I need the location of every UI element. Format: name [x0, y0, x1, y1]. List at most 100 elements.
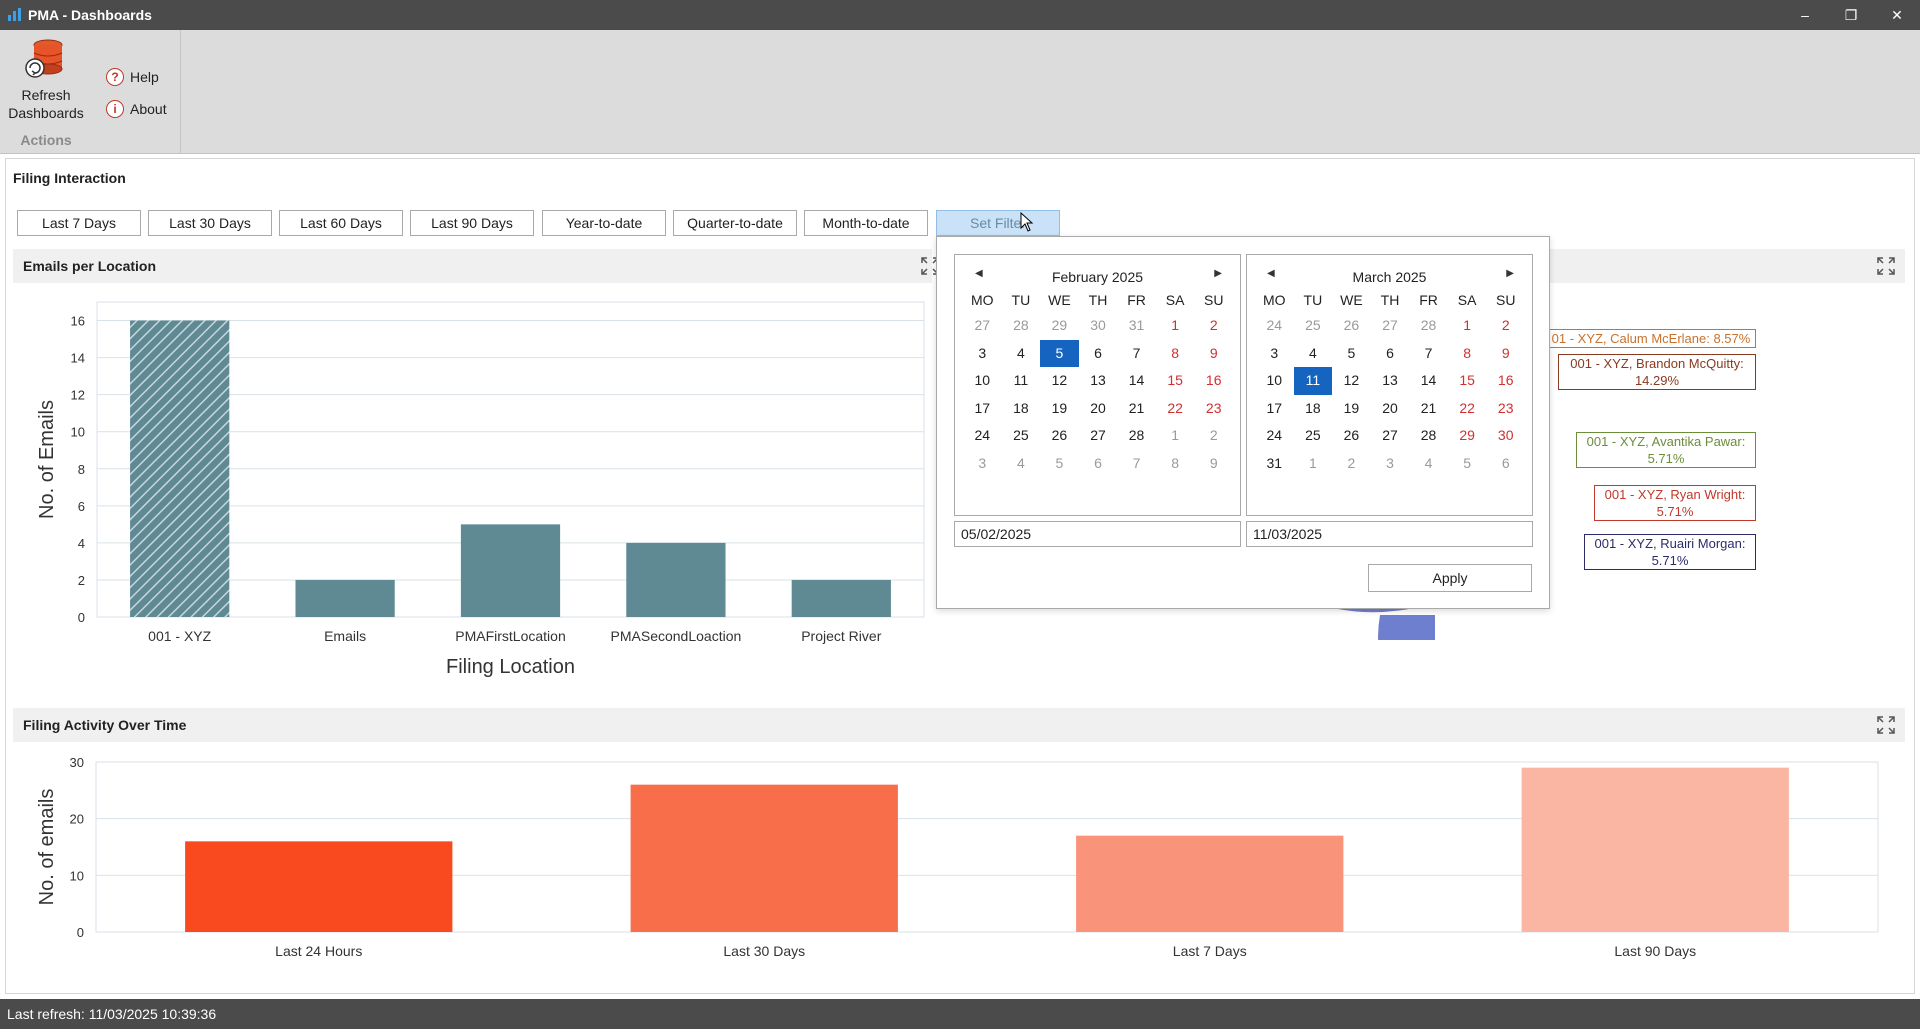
bar[interactable]: [460, 524, 561, 617]
calendar-day[interactable]: 29: [1448, 422, 1487, 450]
calendar-day[interactable]: 11: [1293, 367, 1333, 395]
calendar-day[interactable]: 25: [1294, 312, 1333, 340]
calendar-day[interactable]: 19: [1332, 395, 1371, 423]
calendar-day[interactable]: 26: [1332, 422, 1371, 450]
filter-button-quarter-to-date[interactable]: Quarter-to-date: [673, 210, 797, 236]
calendar-day[interactable]: 10: [963, 367, 1002, 395]
calendar-day[interactable]: 28: [1409, 422, 1448, 450]
minimize-button[interactable]: –: [1782, 0, 1828, 30]
calendar-day[interactable]: 17: [1255, 395, 1294, 423]
calendar-day[interactable]: 14: [1409, 367, 1448, 395]
calendar-day[interactable]: 31: [1255, 450, 1294, 478]
calendar-day[interactable]: 28: [1002, 312, 1041, 340]
calendar-day[interactable]: 23: [1194, 395, 1233, 423]
filter-button-month-to-date[interactable]: Month-to-date: [804, 210, 928, 236]
close-button[interactable]: ✕: [1874, 0, 1920, 30]
calendar-day[interactable]: 27: [1371, 422, 1410, 450]
calendar-day[interactable]: 16: [1486, 367, 1525, 395]
bar[interactable]: [791, 579, 891, 617]
calendar-day[interactable]: 21: [1409, 395, 1448, 423]
calendar-day[interactable]: 15: [1448, 367, 1487, 395]
calendar-day[interactable]: 27: [963, 312, 1002, 340]
calendar-day[interactable]: 12: [1040, 367, 1079, 395]
expand-icon[interactable]: [1876, 715, 1896, 735]
bar[interactable]: [1521, 767, 1789, 932]
calendar-day[interactable]: 24: [1255, 422, 1294, 450]
calendar-day[interactable]: 19: [1040, 395, 1079, 423]
calendar-day[interactable]: 4: [1294, 340, 1333, 368]
calendar-day[interactable]: 29: [1040, 312, 1079, 340]
calendar-day[interactable]: 3: [1371, 450, 1410, 478]
calendar-day[interactable]: 9: [1194, 450, 1233, 478]
calendar-day[interactable]: 5: [1040, 450, 1079, 478]
calendar-day[interactable]: 8: [1156, 450, 1195, 478]
start-date-input[interactable]: 05/02/2025: [954, 521, 1241, 547]
help-button[interactable]: ? Help: [106, 65, 159, 89]
calendar-day[interactable]: 28: [1117, 422, 1156, 450]
apply-button[interactable]: Apply: [1368, 564, 1532, 592]
calendar-day[interactable]: 6: [1371, 340, 1410, 368]
calendar-day[interactable]: 13: [1079, 367, 1118, 395]
end-date-input[interactable]: 11/03/2025: [1246, 521, 1533, 547]
calendar-day[interactable]: 18: [1002, 395, 1041, 423]
calendar-day[interactable]: 21: [1117, 395, 1156, 423]
bar[interactable]: [130, 320, 230, 617]
calendar-day[interactable]: 7: [1117, 450, 1156, 478]
calendar-day[interactable]: 30: [1079, 312, 1118, 340]
calendar-day[interactable]: 3: [1255, 340, 1294, 368]
bar[interactable]: [626, 542, 726, 617]
calendar-day[interactable]: 5: [1040, 339, 1079, 367]
calendar-day[interactable]: 20: [1079, 395, 1118, 423]
calendar-day[interactable]: 15: [1156, 367, 1195, 395]
calendar-day[interactable]: 4: [1002, 340, 1041, 368]
calendar-day[interactable]: 9: [1194, 340, 1233, 368]
calendar-day[interactable]: 24: [1255, 312, 1294, 340]
calendar-day[interactable]: 11: [1002, 367, 1041, 395]
calendar-day[interactable]: 8: [1448, 340, 1487, 368]
filter-button-set-filter[interactable]: Set Filter: [936, 210, 1060, 236]
filter-button-last-7-days[interactable]: Last 7 Days: [17, 210, 141, 236]
filter-button-last-90-days[interactable]: Last 90 Days: [410, 210, 534, 236]
restore-button[interactable]: ❐: [1828, 0, 1874, 30]
calendar-day[interactable]: 22: [1448, 395, 1487, 423]
calendar-day[interactable]: 5: [1448, 450, 1487, 478]
calendar-day[interactable]: 4: [1409, 450, 1448, 478]
calendar-day[interactable]: 26: [1040, 422, 1079, 450]
calendar-day[interactable]: 25: [1002, 422, 1041, 450]
bar[interactable]: [295, 579, 395, 617]
calendar-day[interactable]: 17: [963, 395, 1002, 423]
calendar-day[interactable]: 7: [1117, 340, 1156, 368]
calendar-day[interactable]: 9: [1486, 340, 1525, 368]
calendar-day[interactable]: 14: [1117, 367, 1156, 395]
about-button[interactable]: i About: [106, 97, 167, 121]
calendar-day[interactable]: 18: [1294, 395, 1333, 423]
calendar-day[interactable]: 1: [1156, 312, 1195, 340]
filter-button-last-30-days[interactable]: Last 30 Days: [148, 210, 272, 236]
calendar-day[interactable]: 2: [1332, 450, 1371, 478]
calendar-day[interactable]: 30: [1486, 422, 1525, 450]
start-calendar[interactable]: ◀ February 2025 ▶ MO TU WE TH FR SA SU 27 28 29 30…: [954, 254, 1241, 516]
calendar-day[interactable]: 3: [963, 340, 1002, 368]
calendar-day[interactable]: 27: [1371, 312, 1410, 340]
calendar-day[interactable]: 26: [1332, 312, 1371, 340]
calendar-day[interactable]: 13: [1371, 367, 1410, 395]
calendar-day[interactable]: 3: [963, 450, 1002, 478]
calendar-day[interactable]: 6: [1079, 340, 1118, 368]
calendar-day[interactable]: 5: [1332, 340, 1371, 368]
calendar-day[interactable]: 24: [963, 422, 1002, 450]
calendar-day[interactable]: 1: [1294, 450, 1333, 478]
calendar-day[interactable]: 23: [1486, 395, 1525, 423]
calendar-day[interactable]: 4: [1002, 450, 1041, 478]
bar[interactable]: [1076, 835, 1344, 932]
calendar-day[interactable]: 1: [1448, 312, 1487, 340]
next-month-icon[interactable]: ▶: [1506, 268, 1514, 279]
calendar-day[interactable]: 6: [1486, 450, 1525, 478]
calendar-day[interactable]: 1: [1156, 422, 1195, 450]
calendar-day[interactable]: 22: [1156, 395, 1195, 423]
filter-button-year-to-date[interactable]: Year-to-date: [542, 210, 666, 236]
bar[interactable]: [630, 784, 898, 932]
calendar-day[interactable]: 10: [1255, 367, 1294, 395]
calendar-day[interactable]: 7: [1409, 340, 1448, 368]
end-calendar[interactable]: ◀ March 2025 ▶ MO TU WE TH FR SA SU 24 25 26 27 28 1…: [1246, 254, 1533, 516]
refresh-dashboards-button[interactable]: Refresh Dashboards: [6, 34, 86, 126]
